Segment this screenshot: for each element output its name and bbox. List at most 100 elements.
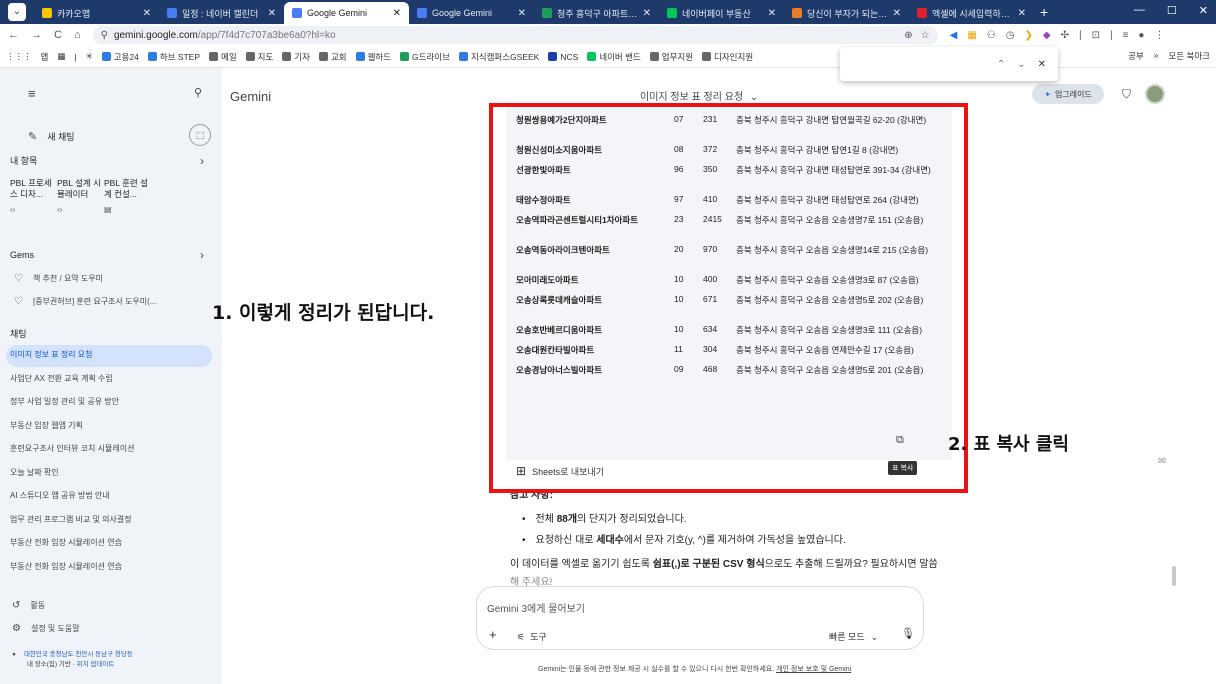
apps-grid-icon[interactable]: ⋮⋮⋮ [6,51,32,62]
bookmark-item[interactable]: 지식캠퍼스GSEEK [458,51,539,63]
chat-history-item[interactable]: 정부 사업 일정 관리 및 공유 방안 [0,396,222,407]
scroll-indicator[interactable] [1172,566,1176,586]
tab-close-icon[interactable]: ✕ [643,8,651,19]
site-info-icon[interactable]: ⚲ [101,30,108,41]
tab-close-icon[interactable]: ✕ [268,8,276,19]
bookmark-item[interactable]: NCS [548,51,578,63]
side-panel-icon[interactable]: ✉ [1158,456,1166,467]
activity-row[interactable]: ↺ 활동 [0,600,222,611]
maximize-button[interactable]: ☐ [1167,4,1177,17]
update-location-link[interactable]: 위치 업데이트 [77,661,115,668]
avatar[interactable] [1145,84,1166,104]
bookmark-item[interactable]: 고용24 [101,51,139,63]
browser-tab[interactable]: 청주 흥덕구 아파트 정보 ✕ [534,2,659,24]
tab-close-icon[interactable]: ✕ [768,8,776,19]
more-bookmarks-chevron[interactable]: » [1154,50,1159,62]
temporary-chat-icon[interactable]: ⬚ [189,124,211,146]
chat-history-item[interactable]: 오늘 날짜 확인 [0,467,222,478]
extensions-puzzle-icon[interactable]: ✣ [1061,30,1069,41]
back-icon[interactable]: ← [8,29,19,41]
chat-history-item[interactable]: 부동산 전화 임장 시뮬레이션 연습 [0,537,222,548]
gem-item[interactable]: ♡ [중부권허브] 훈련 요구조사 도우미(... [0,296,222,307]
menu-kebab-icon[interactable]: ⋮ [1154,30,1164,41]
reading-list-icon[interactable]: ≡ [1123,30,1129,41]
history-icon[interactable]: ◷ [1006,30,1015,41]
bookmark-star-icon[interactable]: ☆ [921,30,930,41]
chat-history-item[interactable]: 사업단 AX 전환 교육 계획 수립 [0,373,222,384]
microphone-icon[interactable]: 🎙 [901,627,915,640]
prompt-input[interactable]: Gemini 3에게 물어보기 [487,600,585,615]
privacy-link[interactable]: 개인 정보 보호 및 Gemini [776,666,851,673]
bookmark-item[interactable]: 교회 [318,51,347,63]
url-input[interactable]: ⚲ gemini.google.com/app/7f4d7c707a3be6a0… [92,26,938,44]
tab-close-icon[interactable]: ✕ [893,8,901,19]
add-attachment-button[interactable]: + [489,627,497,642]
item-chip-pbl-consult[interactable]: PBL 훈련 설계 컨설... ▤ [104,178,150,224]
my-items-header[interactable]: 내 항목 › [0,154,222,168]
chat-history-item[interactable]: 부동산 전화 임장 시뮬레이션 연습 [0,561,222,572]
app-title[interactable]: Gemini [230,89,271,104]
browser-tab[interactable]: 카카오맵 ✕ [34,2,159,24]
minimize-button[interactable]: — [1134,4,1145,17]
browser-tab[interactable]: 엑셀에 시세입력하기 - Yo ✕ [909,2,1034,24]
mode-selector[interactable]: 빠른 모드 ⌄ [829,630,878,643]
bookmark-item[interactable]: 지도 [245,51,273,63]
chat-history-item[interactable]: 업무 관리 프로그램 비교 및 의사결정 [0,514,222,525]
all-bookmarks[interactable]: 모든 북마크 [1169,50,1210,62]
tools-button[interactable]: ⚟ 도구 [517,630,547,643]
export-to-sheets-button[interactable]: ⊞ Sheets로 내보내기 [516,464,604,478]
browser-tab[interactable]: Google Gemini ✕ [409,2,534,24]
find-close-icon[interactable]: ✕ [1038,59,1046,70]
tab-close-icon[interactable]: ✕ [1018,8,1026,19]
chat-history-item[interactable]: 부동산 임장 웹앱 기획 [0,420,222,431]
bookmark-item[interactable]: 디자인지원 [702,51,753,63]
chat-history-item[interactable]: 이미지 정보 표 정리 요청 [0,349,222,360]
downloads-icon[interactable]: ⊡ [1092,30,1100,41]
bookmark-study[interactable]: 공부 [1128,50,1144,62]
extension-icon[interactable]: ⚇ [987,30,996,41]
bag-icon[interactable]: ⛉ [1122,87,1131,102]
bookmark-apps-label[interactable]: 앱 [41,51,49,63]
bookmark-item[interactable]: 하브 STEP [147,51,200,63]
tab-close-icon[interactable]: ✕ [518,8,526,19]
copy-table-icon[interactable]: ⧉ [896,434,904,447]
bookmark-item[interactable]: 메일 [209,51,237,63]
new-tab-button[interactable]: + [1040,4,1048,20]
gem-item[interactable]: ♡ 책 추천 / 요약 도우미 [0,273,222,284]
translate-icon[interactable]: ⊕ [904,30,912,41]
tab-close-icon[interactable]: ✕ [393,8,401,19]
grid-icon[interactable]: ▦ [57,51,65,62]
find-next-icon[interactable]: ⌄ [1017,59,1025,70]
extension-icon[interactable]: ▦ [967,30,976,41]
reload-icon[interactable]: C [54,29,62,41]
upgrade-button[interactable]: ✦ 업그레이드 [1032,84,1104,104]
item-chip-pbl-process[interactable]: PBL 프로세스 디자... ‹› [10,178,56,224]
extension-icon[interactable]: ❯ [1024,30,1032,41]
item-chip-pbl-simulator[interactable]: PBL 설계 시뮬레이터 ‹› [57,178,103,224]
sparkle-icon[interactable]: ✳ [86,51,93,62]
extension-icon[interactable]: ◆ [1043,30,1051,41]
settings-row[interactable]: ⚙ 설정 및 도움말 [0,623,222,634]
browser-tab[interactable]: 당신이 부자가 되는 곳! ✕ [784,2,909,24]
chat-history-item[interactable]: AI 스튜디오 앱 공유 방법 안내 [0,490,222,501]
bookmark-item[interactable]: 웹하드 [355,51,391,63]
search-icon[interactable]: ⚲ [194,86,202,99]
tab-close-icon[interactable]: ✕ [143,8,151,19]
close-window-button[interactable]: ✕ [1199,4,1208,17]
extension-icon[interactable]: ◀ [950,30,958,41]
menu-hamburger-icon[interactable]: ≡ [28,86,36,101]
chat-history-item[interactable]: 훈련요구조사 인터뷰 코치 시뮬레이션 [0,443,222,454]
gems-header[interactable]: Gems › [0,248,222,262]
browser-tab[interactable]: Google Gemini ✕ [284,2,409,24]
browser-tab[interactable]: 일정 : 네이버 캘린더 ✕ [159,2,284,24]
find-prev-icon[interactable]: ⌃ [997,59,1005,70]
bookmark-item[interactable]: 업무지원 [649,51,693,63]
tab-search-icon[interactable]: ⌄ [8,3,26,21]
profile-avatar[interactable]: ● [1138,30,1144,41]
chat-title-dropdown[interactable]: 이미지 정보 표 정리 요청 ⌄ [640,88,758,103]
browser-tab[interactable]: 네이버페이 부동산 ✕ [659,2,784,24]
bookmark-item[interactable]: G드라이브 [400,51,450,63]
bookmark-item[interactable]: 기자 [282,51,310,63]
bookmark-item[interactable]: 네이버 밴드 [587,51,641,63]
forward-icon[interactable]: → [31,29,42,41]
